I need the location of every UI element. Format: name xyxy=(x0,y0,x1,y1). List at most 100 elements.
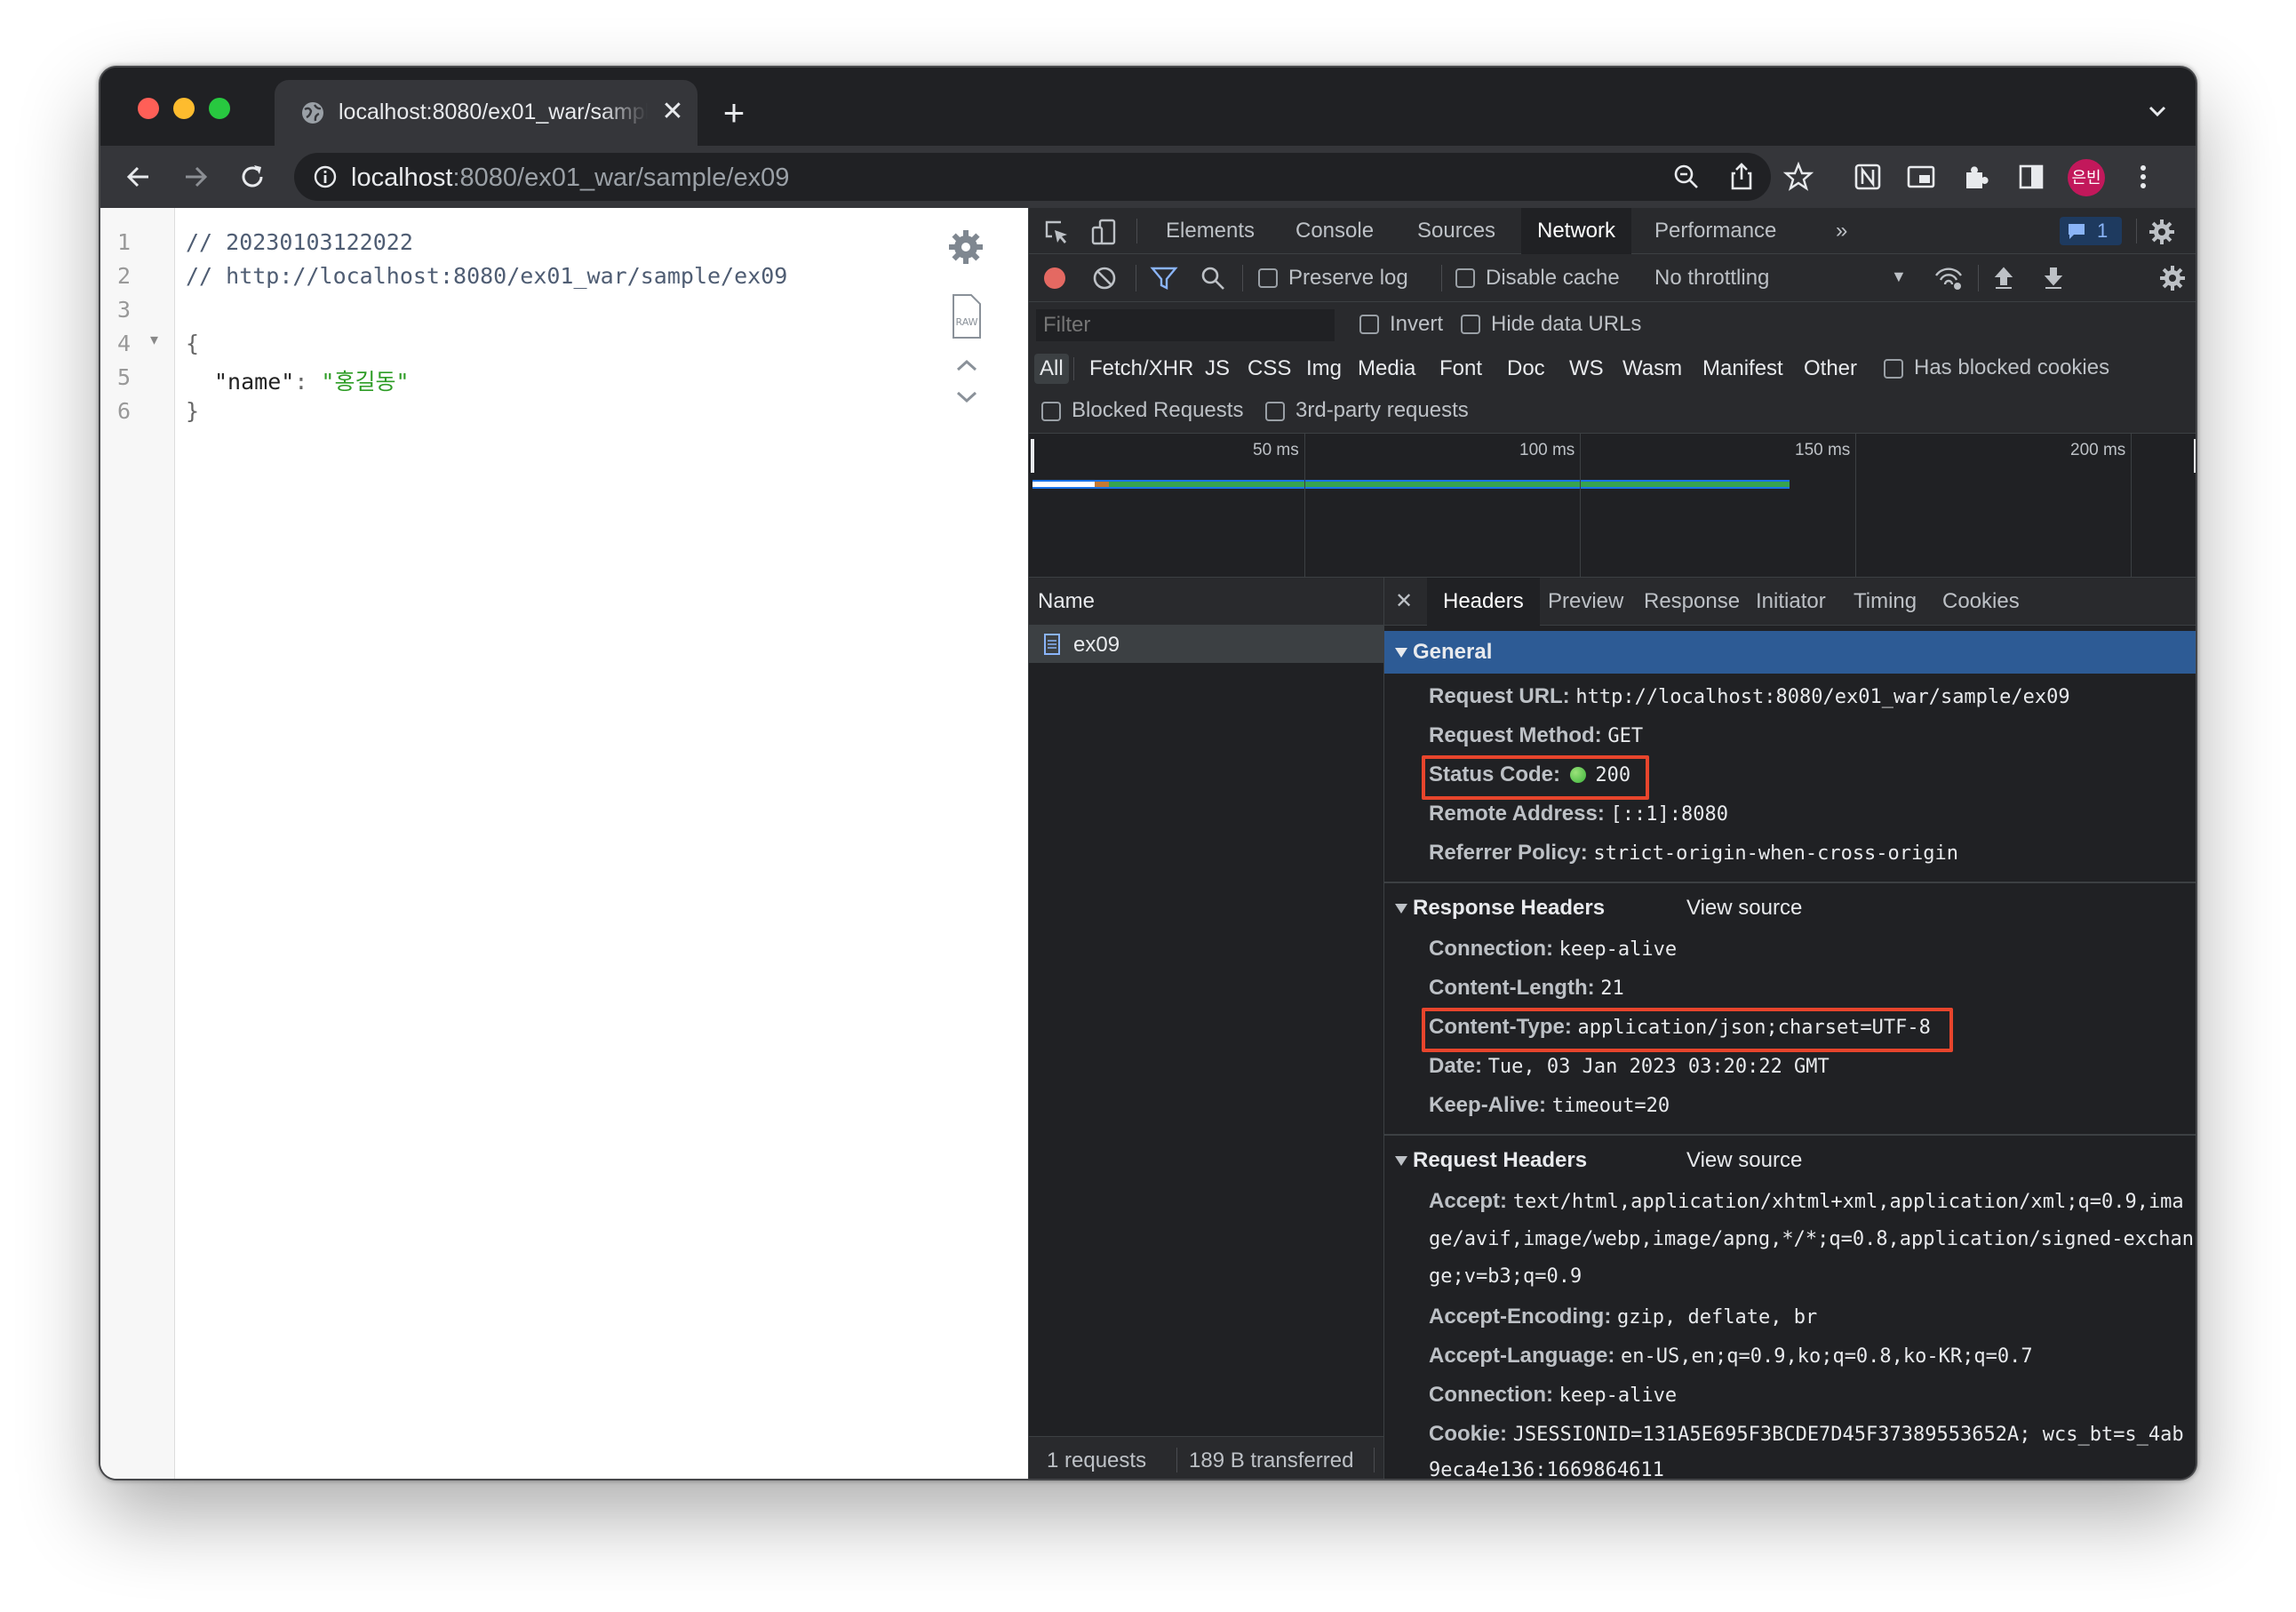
type-filter-all[interactable]: All xyxy=(1034,354,1069,384)
more-tabs-button[interactable]: » xyxy=(1820,208,1863,254)
tab-preview[interactable]: Preview xyxy=(1532,578,1639,626)
tab-sources[interactable]: Sources xyxy=(1401,208,1511,254)
type-filter-fetch-xhr[interactable]: Fetch/XHR xyxy=(1084,354,1199,384)
issues-badge[interactable]: 1 xyxy=(2060,217,2122,245)
header-request-method: Request Method: GET xyxy=(1429,723,1643,748)
timeline-tick-label: 150 ms xyxy=(1795,441,1851,459)
tab-network[interactable]: Network xyxy=(1521,208,1632,254)
request-name: ex09 xyxy=(1073,633,1120,657)
timing-download-segment xyxy=(1109,482,1790,487)
settings-gear-icon[interactable] xyxy=(2147,217,2177,247)
export-har-icon[interactable] xyxy=(2040,265,2067,291)
tab-close-button[interactable]: ✕ xyxy=(657,94,689,130)
header-value-continued: 9eca4e136:1669864611 xyxy=(1429,1459,1664,1480)
tab-elements[interactable]: Elements xyxy=(1150,208,1271,254)
request-headers-section-header[interactable]: Request Headers View source xyxy=(1384,1139,2196,1182)
timeline-handle-right[interactable] xyxy=(2194,439,2196,473)
type-filter-wasm[interactable]: Wasm xyxy=(1617,354,1687,384)
search-icon[interactable] xyxy=(1200,265,1226,291)
new-tab-button[interactable]: + xyxy=(714,92,754,133)
type-filter-img[interactable]: Img xyxy=(1301,354,1347,384)
disable-cache-checkbox[interactable] xyxy=(1455,268,1475,288)
record-stop-icon[interactable] xyxy=(1041,265,1068,291)
type-filter-ws[interactable]: WS xyxy=(1564,354,1609,384)
filter-input[interactable] xyxy=(1036,309,1335,341)
browser-tab[interactable]: localhost:8080/ex01_war/sample/ex09 ✕ xyxy=(275,80,698,146)
type-filter-font[interactable]: Font xyxy=(1434,354,1487,384)
forward-icon[interactable] xyxy=(179,160,212,194)
header-value: [::1]:8080 xyxy=(1610,803,1728,826)
raw-file-icon[interactable]: RAW xyxy=(946,293,985,339)
line-number: 5 xyxy=(116,364,131,390)
tab-cookies[interactable]: Cookies xyxy=(1926,578,2036,626)
blocked-requests-checkbox[interactable] xyxy=(1041,402,1061,421)
info-icon[interactable] xyxy=(312,164,339,190)
fold-toggle[interactable]: ▾ xyxy=(150,331,158,349)
tab-headers[interactable]: Headers xyxy=(1427,578,1540,626)
notion-extension-icon[interactable] xyxy=(1851,160,1885,194)
line-gutter: 1 2 3 4 ▾ 5 6 xyxy=(100,208,175,1479)
close-window-button[interactable] xyxy=(138,98,159,119)
clear-icon[interactable] xyxy=(1091,265,1118,291)
close-detail-button[interactable]: ✕ xyxy=(1384,578,1423,626)
type-filter-js[interactable]: JS xyxy=(1200,354,1235,384)
hide-data-urls-checkbox[interactable] xyxy=(1461,315,1480,334)
response-view-source-link[interactable]: View source xyxy=(1686,896,1802,921)
profile-avatar[interactable]: 은빈 xyxy=(2068,159,2105,196)
url-text[interactable]: localhost:8080/ex01_war/sample/ex09 xyxy=(351,164,789,193)
tab-performance[interactable]: Performance xyxy=(1638,208,1792,254)
zoom-icon[interactable] xyxy=(1670,160,1703,194)
address-bar[interactable]: localhost:8080/ex01_war/sample/ex09 xyxy=(294,153,1771,201)
bookmark-star-icon[interactable] xyxy=(1782,160,1815,194)
header-value: strict-origin-when-cross-origin xyxy=(1593,842,1959,865)
inspect-element-icon[interactable] xyxy=(1041,217,1072,247)
timing-queue-segment xyxy=(1032,482,1095,487)
header-date: Date: Tue, 03 Jan 2023 03:20:22 GMT xyxy=(1429,1054,1830,1079)
request-view-source-link[interactable]: View source xyxy=(1686,1148,1802,1173)
divider xyxy=(1384,882,2196,883)
raw-label: RAW xyxy=(956,316,978,328)
share-icon[interactable] xyxy=(1725,160,1758,194)
header-cookie: Cookie: JSESSIONID=131A5E695F3BCDE7D45F3… xyxy=(1429,1422,2184,1447)
network-settings-gear-icon[interactable] xyxy=(2157,263,2188,293)
throttling-dropdown-arrow[interactable]: ▼ xyxy=(1891,267,1907,286)
device-toolbar-icon[interactable] xyxy=(1089,217,1120,247)
chevron-down-icon[interactable] xyxy=(2144,98,2171,124)
maximize-window-button[interactable] xyxy=(209,98,230,119)
type-filter-manifest[interactable]: Manifest xyxy=(1697,354,1789,384)
collapse-expand-icon[interactable] xyxy=(953,357,980,407)
general-section-header[interactable]: General xyxy=(1384,631,2196,674)
minimize-window-button[interactable] xyxy=(173,98,195,119)
network-conditions-icon[interactable] xyxy=(1933,265,1964,291)
tab-console[interactable]: Console xyxy=(1280,208,1390,254)
type-filter-doc[interactable]: Doc xyxy=(1502,354,1551,384)
filter-icon[interactable] xyxy=(1150,265,1178,291)
devtools-menu-icon[interactable] xyxy=(2195,217,2197,247)
type-filter-other[interactable]: Other xyxy=(1798,354,1862,384)
type-filter-media[interactable]: Media xyxy=(1352,354,1421,384)
invert-checkbox[interactable] xyxy=(1359,315,1379,334)
preserve-log-checkbox[interactable] xyxy=(1258,268,1278,288)
import-har-icon[interactable] xyxy=(1990,265,2017,291)
json-viewer-page: 1 2 3 4 ▾ 5 6 // 20230103122022 // http:… xyxy=(100,208,1028,1479)
reload-icon[interactable] xyxy=(235,160,269,194)
response-headers-section-header[interactable]: Response Headers View source xyxy=(1384,887,2196,930)
side-panel-icon[interactable] xyxy=(2014,160,2048,194)
extensions-puzzle-icon[interactable] xyxy=(1959,160,1993,194)
timeline-handle-left[interactable] xyxy=(1031,439,1034,473)
request-row[interactable]: ex09 xyxy=(1029,626,1383,663)
has-blocked-cookies-checkbox[interactable] xyxy=(1884,359,1903,379)
disable-cache-label: Disable cache xyxy=(1486,266,1620,290)
picture-in-picture-icon[interactable] xyxy=(1904,160,1938,194)
gear-icon[interactable] xyxy=(946,227,985,267)
tab-timing[interactable]: Timing xyxy=(1838,578,1933,626)
kebab-menu-icon[interactable] xyxy=(2126,160,2160,194)
throttling-select[interactable]: No throttling xyxy=(1654,266,1769,291)
tab-initiator[interactable]: Initiator xyxy=(1740,578,1842,626)
column-name[interactable]: Name xyxy=(1038,589,1095,614)
tab-response[interactable]: Response xyxy=(1628,578,1756,626)
timeline-overview[interactable]: 50 ms 100 ms 150 ms 200 ms xyxy=(1029,434,2196,578)
type-filter-css[interactable]: CSS xyxy=(1242,354,1296,384)
back-icon[interactable] xyxy=(122,160,155,194)
third-party-checkbox[interactable] xyxy=(1265,402,1285,421)
